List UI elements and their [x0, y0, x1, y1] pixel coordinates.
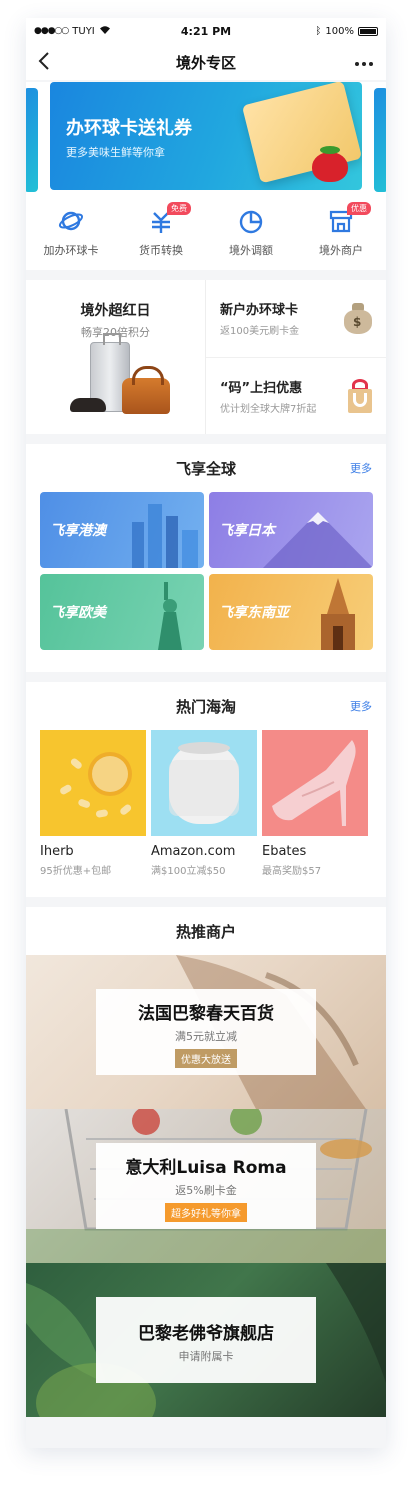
fly-card-japan[interactable]: 飞享日本 — [209, 492, 373, 568]
top-section: 办环球卡送礼券 更多美味生鲜等你拿 加办环球卡 免费 货币转换 境外调额 优惠 — [26, 82, 386, 270]
back-button[interactable] — [38, 51, 68, 73]
fly-card-label: 飞享东南亚 — [219, 605, 289, 621]
promo-title: “码”上扫优惠 — [220, 380, 303, 396]
merchant-tag: 优惠大放送 — [175, 1049, 237, 1068]
mountain-image — [263, 512, 373, 568]
promo-title: 新户办环球卡 — [220, 303, 299, 319]
gift-bag-icon — [346, 378, 374, 413]
promo-block: 境外超红日 畅享20倍积分 新户办环球卡 返100美元刷卡金 $ “码”上扫优惠… — [26, 280, 386, 434]
fly-more-link[interactable]: 更多 — [350, 460, 372, 476]
planet-icon — [58, 211, 84, 231]
fly-grid: 飞享港澳 飞享日本 飞享欧美 飞享东南亚 — [26, 492, 386, 672]
merchant-subtitle: 申请附属卡 — [178, 1350, 234, 1363]
fly-card-hk-macau[interactable]: 飞享港澳 — [40, 492, 204, 568]
merchant-tag: 超多好礼等你拿 — [165, 1203, 247, 1222]
statue-of-liberty-image — [158, 582, 182, 650]
bluetooth-icon: ᛒ — [315, 25, 322, 37]
quick-action-apply-card[interactable]: 加办环球卡 — [31, 208, 111, 258]
free-badge: 免费 — [167, 202, 191, 215]
merchant-card: 意大利Luisa Roma 返5%刷卡金 超多好礼等你拿 — [96, 1143, 316, 1229]
page-title: 境外专区 — [175, 53, 236, 72]
status-bar: ●●●○○ TUYI 4:21 PM ᛒ 100% — [26, 18, 386, 44]
banner-subtitle: 更多美味生鲜等你拿 — [66, 146, 165, 159]
merchant-printemps[interactable]: 法国巴黎春天百货 满5元就立减 优惠大放送 — [26, 955, 386, 1109]
pills-image — [40, 730, 146, 836]
more-icon — [354, 62, 373, 66]
banner-card[interactable]: 办环球卡送礼券 更多美味生鲜等你拿 — [50, 82, 362, 190]
chevron-left-icon — [38, 51, 49, 70]
promo-subtitle: 优计划全球大牌7折起 — [220, 403, 317, 415]
hot-more-link[interactable]: 更多 — [350, 698, 372, 714]
fly-card-southeast-asia[interactable]: 飞享东南亚 — [209, 574, 373, 650]
quick-action-label: 货币转换 — [139, 244, 183, 257]
promo-subtitle: 返100美元刷卡金 — [220, 326, 300, 338]
quick-action-label: 境外商户 — [319, 244, 363, 257]
battery-icon — [357, 26, 378, 36]
quick-action-label: 加办环球卡 — [43, 244, 99, 257]
hot-item-promo: 最高奖励$57 — [262, 866, 322, 877]
hot-item-ebates[interactable]: Ebates 最高奖励$57 — [262, 730, 368, 877]
banner-title: 办环球卡送礼券 — [66, 118, 192, 139]
hot-list: Iherb 95折优惠+包邮 Amazon.com 满$100立减$50 Eba… — [26, 730, 386, 897]
battery-percent: 100% — [325, 25, 354, 37]
quick-action-label: 境外调额 — [229, 244, 273, 257]
discount-badge: 优惠 — [347, 202, 371, 215]
nav-bar: 境外专区 — [26, 44, 386, 80]
quick-action-limit[interactable]: 境外调额 — [211, 208, 291, 258]
shoes-image — [70, 398, 106, 412]
more-button[interactable] — [344, 53, 374, 71]
handbag-image — [122, 366, 170, 414]
high-heel-image — [262, 730, 368, 836]
merchant-title: 意大利Luisa Roma — [125, 1158, 287, 1178]
promo-new-card[interactable]: 新户办环球卡 返100美元刷卡金 $ — [206, 280, 386, 358]
merchant-title: 巴黎老佛爷旗舰店 — [138, 1324, 274, 1344]
speaker-image — [151, 730, 257, 836]
money-bag-icon: $ — [342, 302, 374, 335]
promo-red-day[interactable]: 境外超红日 畅享20倍积分 — [26, 280, 206, 434]
banner-prev-peek[interactable] — [26, 88, 38, 192]
merchant-subtitle: 返5%刷卡金 — [175, 1184, 237, 1197]
merchant-section: 热推商户 法国巴黎春天百货 满5元就立减 优惠大放送 意大利Luisa Roma… — [26, 907, 386, 1417]
fly-card-label: 飞享日本 — [219, 523, 275, 539]
merchant-luisa-roma[interactable]: 意大利Luisa Roma 返5%刷卡金 超多好礼等你拿 — [26, 1109, 386, 1263]
section-title: 热推商户 — [175, 922, 236, 941]
section-title: 飞享全球 — [175, 459, 236, 478]
promo-title: 境外超红日 — [80, 303, 151, 319]
fly-card-label: 飞享欧美 — [50, 605, 106, 621]
fly-section: 飞享全球 更多 飞享港澳 飞享日本 飞享欧美 飞享东南亚 — [26, 444, 386, 672]
merchant-title: 法国巴黎春天百货 — [138, 1004, 274, 1024]
hot-item-name: Amazon.com — [151, 844, 236, 859]
hot-item-promo: 满$100立减$50 — [151, 866, 226, 877]
hot-item-amazon[interactable]: Amazon.com 满$100立减$50 — [151, 730, 257, 877]
banner-next-peek[interactable] — [374, 88, 386, 192]
hot-item-name: Iherb — [40, 844, 74, 859]
signal-icon: ●●●○○ — [34, 26, 69, 36]
banner-carousel[interactable]: 办环球卡送礼券 更多美味生鲜等你拿 — [26, 82, 386, 192]
skyline-image — [132, 504, 198, 568]
section-title: 热门海淘 — [175, 697, 236, 716]
fly-card-europe-america[interactable]: 飞享欧美 — [40, 574, 204, 650]
promo-scan-code[interactable]: “码”上扫优惠 优计划全球大牌7折起 — [206, 358, 386, 435]
carrier-name: TUYI — [72, 25, 95, 37]
quick-actions: 加办环球卡 免费 货币转换 境外调额 优惠 境外商户 — [26, 202, 386, 258]
merchant-subtitle: 满5元就立减 — [175, 1030, 237, 1043]
wifi-icon — [99, 25, 111, 37]
quick-action-merchants[interactable]: 优惠 境外商户 — [301, 202, 381, 258]
hot-section: 热门海淘 更多 Iherb 95折优惠+包邮 Amazon.com 满$100立… — [26, 682, 386, 897]
hot-item-name: Ebates — [262, 844, 307, 859]
merchant-card: 法国巴黎春天百货 满5元就立减 优惠大放送 — [96, 989, 316, 1075]
hot-item-iherb[interactable]: Iherb 95折优惠+包邮 — [40, 730, 146, 877]
temple-image — [321, 578, 355, 650]
status-time: 4:21 PM — [180, 24, 232, 38]
fly-card-label: 飞享港澳 — [50, 523, 106, 539]
phone-screen: ●●●○○ TUYI 4:21 PM ᛒ 100% 境外专区 办环球卡送礼券 更… — [26, 18, 386, 1448]
pie-chart-icon — [239, 210, 263, 234]
quick-action-currency[interactable]: 免费 货币转换 — [121, 202, 201, 258]
hot-item-promo: 95折优惠+包邮 — [40, 866, 112, 877]
merchant-galeries-lafayette[interactable]: 巴黎老佛爷旗舰店 申请附属卡 — [26, 1263, 386, 1417]
strawberry-image — [312, 146, 348, 182]
merchant-card: 巴黎老佛爷旗舰店 申请附属卡 — [96, 1297, 316, 1383]
